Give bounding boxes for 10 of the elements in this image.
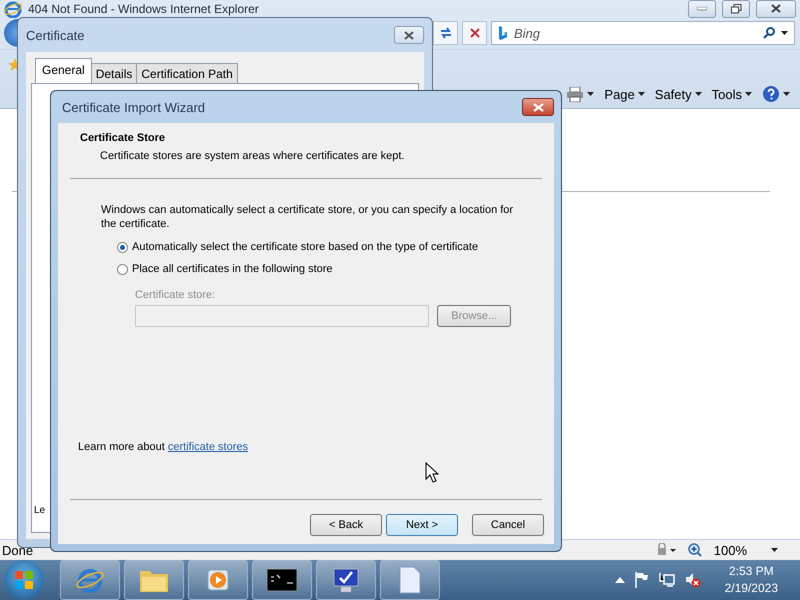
instruction-text: Windows can automatically select a certificate store, or you can specify a location for the certificate. (101, 203, 514, 231)
dialog-title: Certificate Import Wizard (62, 100, 206, 114)
field-label: Certificate store: (135, 289, 216, 301)
help-text: Learn more about certificate stores (78, 441, 248, 453)
status-text: Done (2, 542, 34, 558)
dialog-title: Certificate (26, 28, 85, 42)
window-title: 404 Not Found - Windows Internet Explorer (28, 2, 259, 16)
section-description: Certificate stores are system areas where certificates are kept. (99, 149, 406, 162)
section-heading: Certificate Store (80, 132, 166, 144)
body-text: Le (34, 505, 46, 518)
